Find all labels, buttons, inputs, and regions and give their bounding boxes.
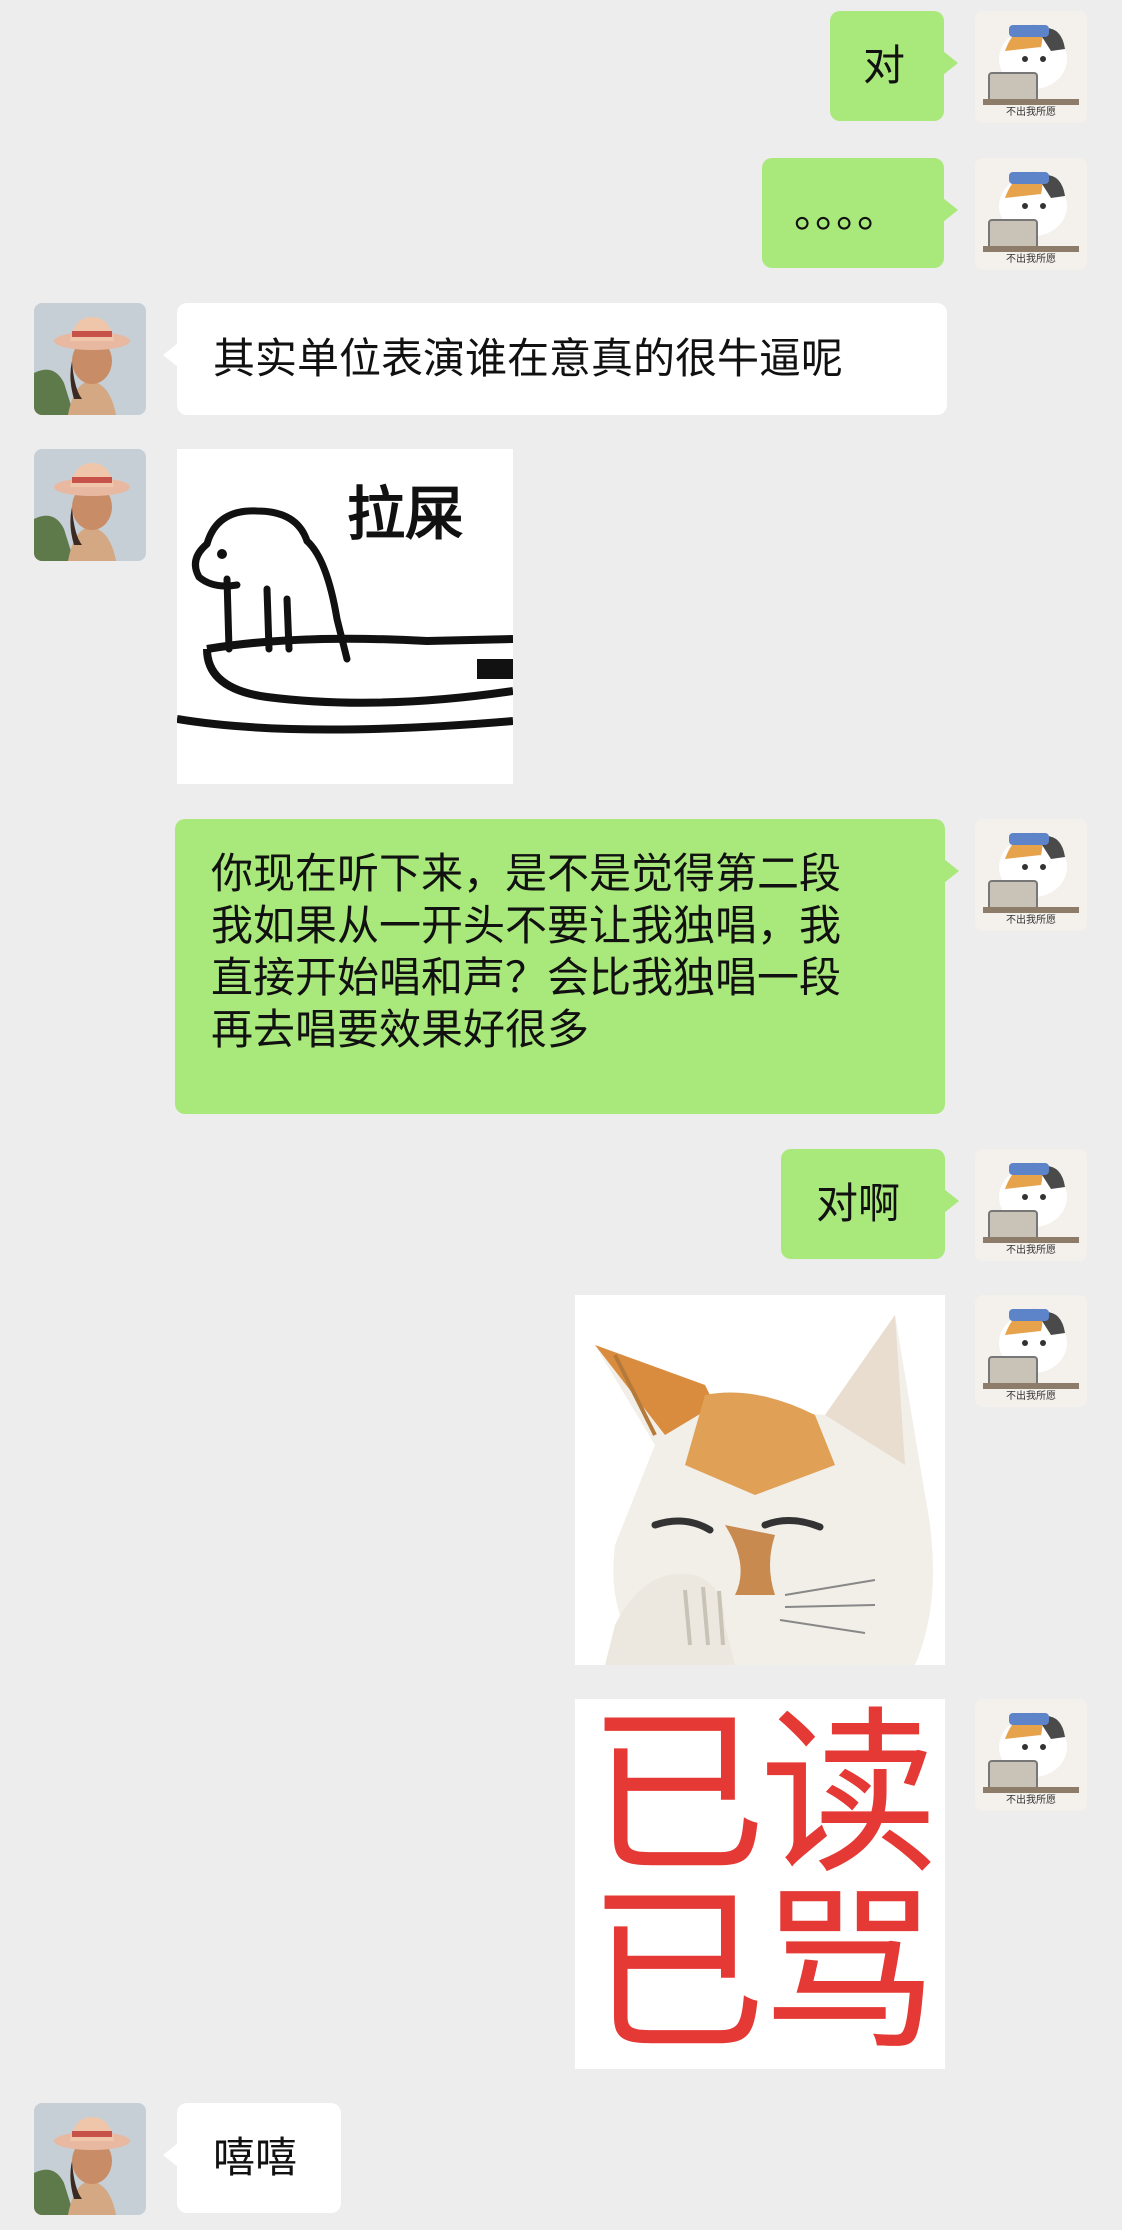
message-text-line: 我如果从一开头不要让我独唱，我 (211, 901, 842, 950)
svg-text:不出我所愿: 不出我所愿 (1006, 1243, 1056, 1256)
message-bubble-sent[interactable]: 。。。。 (762, 158, 958, 268)
calico-cat-at-laptop-avatar: 不出我所愿 (975, 11, 1087, 123)
woman-in-sun-hat-avatar (34, 449, 146, 561)
sticker-line: 已骂 (588, 1869, 938, 2069)
message-text-line: 直接开始唱和声？会比我独唱一段 (211, 953, 842, 1002)
calico-cat-at-laptop-avatar: 不出我所愿 (975, 158, 1087, 270)
contact-avatar[interactable] (34, 2103, 146, 2215)
message-text: 其实单位表演谁在意真的很牛逼呢 (213, 334, 844, 383)
contact-avatar[interactable] (34, 303, 146, 415)
message-bubble-sent[interactable]: 对 (830, 11, 958, 121)
sticker-caption: 拉屎 (347, 480, 463, 548)
cat-pinching-nose-sticker[interactable] (575, 1295, 945, 1665)
message-text: 对 (863, 41, 906, 90)
calico-cat-at-laptop-avatar: 不出我所愿 (975, 1149, 1087, 1261)
svg-text:不出我所愿: 不出我所愿 (1006, 913, 1056, 926)
message-text: 对啊 (816, 1179, 901, 1228)
my-avatar[interactable]: 不出我所愿 (975, 158, 1087, 270)
calico-cat-at-laptop-avatar: 不出我所愿 (975, 819, 1087, 931)
my-avatar[interactable]: 不出我所愿 (975, 1295, 1087, 1407)
woman-in-sun-hat-avatar (34, 2103, 146, 2215)
message-text: 嘻嘻 (213, 2133, 298, 2182)
message-text-line: 你现在听下来，是不是觉得第二段 (211, 849, 842, 898)
message-text: 。。。。 (794, 188, 900, 237)
my-avatar[interactable]: 不出我所愿 (975, 1149, 1087, 1261)
svg-text:不出我所愿: 不出我所愿 (1006, 1389, 1056, 1402)
calico-cat-at-laptop-avatar: 不出我所愿 (975, 1295, 1087, 1407)
sticker-line: 已读 (588, 1699, 938, 1898)
bear-toilet-sticker[interactable]: 拉屎 (177, 449, 513, 784)
message-bubble-sent[interactable]: 对啊 (781, 1149, 959, 1259)
message-bubble-received[interactable]: 其实单位表演谁在意真的很牛逼呢 (163, 303, 947, 415)
svg-text:不出我所愿: 不出我所愿 (1006, 1793, 1056, 1806)
read-cursed-sticker[interactable]: 已读 已骂 (575, 1699, 945, 2069)
contact-avatar[interactable] (34, 449, 146, 561)
message-text-line: 再去唱要效果好很多 (211, 1005, 590, 1054)
svg-text:不出我所愿: 不出我所愿 (1006, 252, 1056, 265)
message-bubble-received[interactable]: 嘻嘻 (163, 2103, 341, 2213)
svg-text:不出我所愿: 不出我所愿 (1006, 105, 1056, 118)
my-avatar[interactable]: 不出我所愿 (975, 11, 1087, 123)
woman-in-sun-hat-avatar (34, 303, 146, 415)
my-avatar[interactable]: 不出我所愿 (975, 1699, 1087, 1811)
my-avatar[interactable]: 不出我所愿 (975, 819, 1087, 931)
calico-cat-at-laptop-avatar: 不出我所愿 (975, 1699, 1087, 1811)
message-bubble-sent[interactable]: 你现在听下来，是不是觉得第二段 我如果从一开头不要让我独唱，我 直接开始唱和声？… (175, 819, 959, 1114)
